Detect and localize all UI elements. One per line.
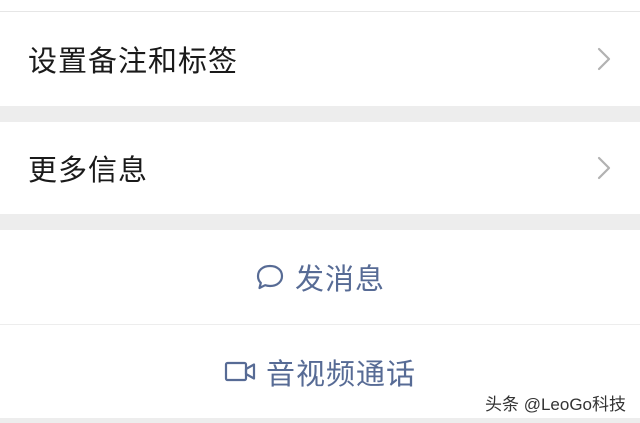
video-call-label: 音视频通话 (265, 356, 416, 391)
send-message-button[interactable]: 发消息 (0, 230, 640, 324)
watermark: 头条 @LeoGo科技 (484, 395, 626, 414)
video-call-content: 音视频通话 (224, 351, 416, 393)
previous-section-edge (0, 0, 640, 12)
send-message-label: 发消息 (294, 262, 385, 296)
video-camera-icon (224, 361, 256, 381)
chevron-right-icon (597, 47, 611, 71)
chevron-right-icon (597, 156, 611, 180)
set-remark-and-tags-item[interactable]: 设置备注和标签 (0, 12, 640, 106)
send-message-content: 发消息 (255, 256, 385, 298)
menu-item-label: 设置备注和标签 (28, 44, 239, 78)
more-info-item[interactable]: 更多信息 (0, 122, 640, 214)
chat-bubble-icon (256, 264, 284, 290)
menu-item-label: 更多信息 (28, 153, 149, 187)
